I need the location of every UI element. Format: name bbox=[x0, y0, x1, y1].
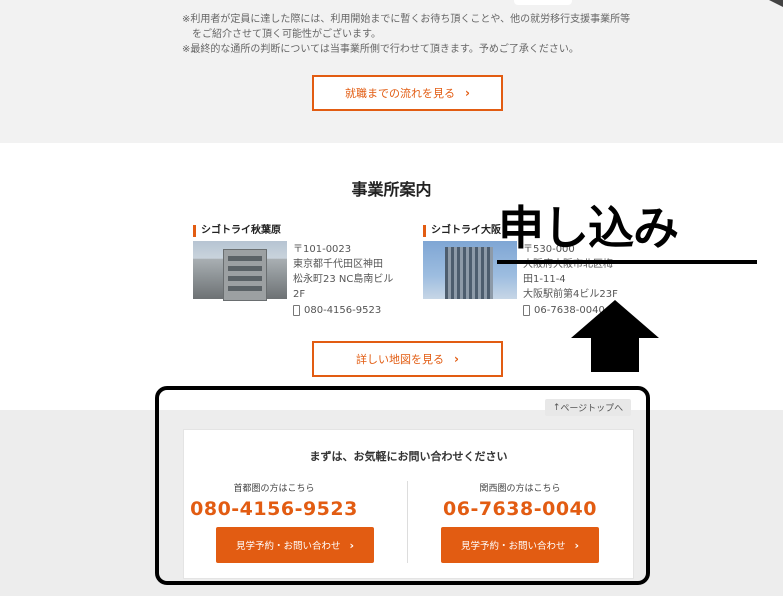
flow-button-label: 就職までの流れを見る bbox=[345, 87, 456, 100]
note-line: ※最終的な通所の判断については当事業所側で行わせて頂きます。予めご了承ください。 bbox=[182, 44, 579, 55]
section-title: 事業所案内 bbox=[351, 180, 432, 199]
address-line: 2F bbox=[293, 289, 306, 300]
map-button-label: 詳しい地図を見る bbox=[356, 353, 445, 366]
flow-button[interactable]: 就職までの流れを見る › bbox=[312, 75, 503, 111]
address-line: 松永町23 NC島南ビル bbox=[293, 274, 394, 285]
office-name-akihabara: シゴトライ秋葉原 bbox=[193, 225, 281, 237]
note-line: をご紹介させて頂く可能性がございます。 bbox=[182, 29, 381, 40]
address-line: 東京都千代田区神田 bbox=[293, 259, 383, 270]
info-section: ※利用者が定員に達した際には、利用開始までに暫くお待ち頂くことや、他の就労移行支… bbox=[0, 0, 783, 143]
map-button[interactable]: 詳しい地図を見る › bbox=[312, 341, 503, 377]
chevron-right-icon: › bbox=[465, 86, 470, 100]
tel-number: 080-4156-9523 bbox=[304, 305, 382, 316]
address-line: 〒101-0023 bbox=[293, 244, 352, 255]
office-address-akihabara: 〒101-0023 東京都千代田区神田 松永町23 NC島南ビル 2F bbox=[293, 242, 393, 302]
notes: ※利用者が定員に達した際には、利用開始までに暫くお待ち頂くことや、他の就労移行支… bbox=[182, 12, 630, 57]
corner-mark bbox=[769, 0, 783, 7]
chevron-right-icon: › bbox=[454, 352, 459, 366]
office-tel-akihabara[interactable]: 080-4156-9523 bbox=[293, 305, 381, 316]
office-name-osaka: シゴトライ大阪 bbox=[423, 225, 501, 237]
top-tab bbox=[514, 0, 572, 5]
up-arrow-icon bbox=[571, 300, 659, 372]
overlay-underline bbox=[497, 260, 757, 264]
office-photo-akihabara bbox=[193, 241, 287, 301]
phone-icon bbox=[523, 305, 530, 316]
address-line: 田1-11-4 bbox=[523, 274, 566, 285]
building-shape bbox=[223, 249, 267, 301]
highlight-frame bbox=[155, 386, 650, 585]
apply-overlay-text: 申し込み bbox=[498, 201, 679, 255]
phone-icon bbox=[293, 305, 300, 316]
note-line: ※利用者が定員に達した際には、利用開始までに暫くお待ち頂くことや、他の就労移行支… bbox=[182, 14, 631, 25]
building-shape bbox=[445, 247, 493, 299]
